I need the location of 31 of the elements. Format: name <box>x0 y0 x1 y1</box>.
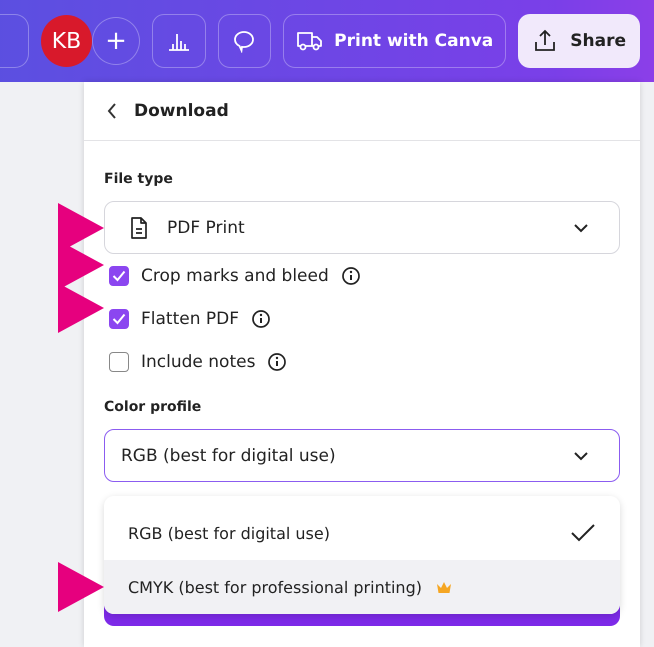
user-avatar[interactable]: KB <box>40 15 92 67</box>
checkbox-label: Crop marks and bleed <box>141 266 329 286</box>
menu-option[interactable]: CMYK (best for professional printing) <box>104 560 620 614</box>
checkbox-label: Include notes <box>141 352 256 372</box>
checkmark-icon <box>570 523 596 543</box>
checkmark-icon <box>112 270 126 282</box>
document-icon <box>129 216 149 240</box>
checkbox[interactable] <box>109 352 129 372</box>
panel-title: Download <box>134 101 229 121</box>
add-button[interactable]: + <box>92 17 140 65</box>
field-label: Color profile <box>104 399 202 415</box>
info-icon[interactable] <box>267 352 288 372</box>
checkbox-label: Flatten PDF <box>141 308 240 328</box>
checkbox[interactable] <box>109 308 129 328</box>
print-button[interactable]: Print with Canva <box>283 14 506 68</box>
info-icon[interactable] <box>340 266 361 286</box>
speech-bubble-icon <box>232 29 256 53</box>
comment-button[interactable] <box>218 14 272 68</box>
info-icon[interactable] <box>251 308 272 328</box>
chevron-down-icon <box>573 450 589 460</box>
menu-option[interactable]: RGB (best for digital use) <box>104 506 620 560</box>
field-label: File type <box>104 171 174 187</box>
chevron-down-icon <box>573 222 589 232</box>
color-profile-dropdown[interactable]: RGB (best for digital use) <box>104 429 620 482</box>
truck-icon <box>296 30 324 52</box>
chart-button[interactable] <box>152 14 206 68</box>
share-button[interactable]: Share <box>518 14 640 68</box>
chevron-left-icon <box>106 102 118 120</box>
checkbox[interactable] <box>109 266 129 286</box>
checkmark-icon <box>112 312 126 324</box>
file-type-dropdown[interactable]: PDF Print <box>104 201 620 254</box>
